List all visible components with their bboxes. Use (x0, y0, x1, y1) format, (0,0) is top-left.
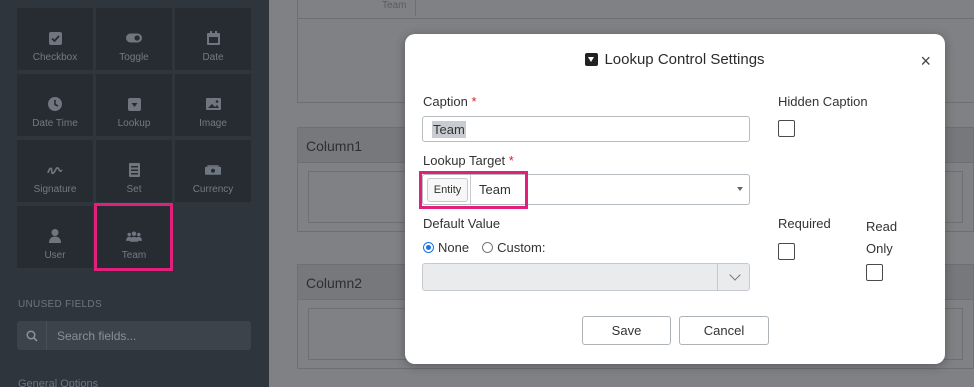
tile-label: Set (126, 184, 142, 195)
search-fields-box (17, 321, 251, 350)
search-icon (17, 321, 47, 350)
field-tile-toggle[interactable]: Toggle (96, 8, 172, 70)
required-label: Required (778, 216, 831, 231)
radio-none[interactable]: None (423, 240, 469, 255)
unused-fields-heading: UNUSED FIELDS (18, 299, 102, 310)
lookup-control-settings-dialog: Lookup Control Settings × Caption * Team… (405, 34, 945, 364)
image-icon (205, 96, 221, 112)
caption-input[interactable]: Team (422, 116, 750, 142)
required-asterisk: * (508, 153, 514, 168)
field-tile-set[interactable]: Set (96, 140, 172, 202)
canvas-team-label: Team (382, 0, 407, 11)
dropdown-box-icon (585, 53, 599, 66)
hidden-caption-label: Hidden Caption (778, 94, 868, 109)
lookup-target-label-text: Lookup Target (423, 153, 506, 168)
radio-custom-label: Custom: (497, 240, 546, 255)
cancel-button[interactable]: Cancel (679, 316, 769, 345)
general-options-heading: General Options (18, 378, 99, 387)
required-checkbox[interactable] (778, 243, 795, 260)
field-tile-currency[interactable]: Currency (175, 140, 251, 202)
required-asterisk: * (471, 94, 477, 109)
lookup-target-highlight (419, 171, 528, 209)
chevron-down-icon[interactable] (729, 269, 741, 281)
tile-label: Date (202, 52, 224, 63)
radio-selected-icon[interactable] (423, 242, 434, 253)
save-button[interactable]: Save (582, 316, 671, 345)
lookup-icon (126, 96, 142, 112)
tile-label: Lookup (117, 118, 151, 129)
tile-label: Checkbox (32, 52, 78, 63)
divider (717, 264, 718, 290)
checkbox-icon (47, 30, 63, 46)
tile-label: Date Time (32, 118, 78, 129)
set-icon (126, 162, 142, 178)
user-icon (47, 228, 63, 244)
radio-none-label: None (438, 240, 470, 255)
caret-down-icon[interactable] (737, 187, 743, 191)
dialog-title: Lookup Control Settings (405, 51, 945, 68)
default-value-label: Default Value (423, 216, 501, 231)
field-tile-date[interactable]: Date (175, 8, 251, 70)
lookup-target-label: Lookup Target * (423, 153, 514, 168)
read-only-checkbox[interactable] (866, 264, 883, 281)
read-only-label: Read Only (866, 219, 898, 256)
default-value-radio-group: None Custom: (423, 240, 558, 255)
field-tile-image[interactable]: Image (175, 74, 251, 136)
toggle-icon (126, 30, 142, 46)
tile-label: Currency (192, 184, 234, 195)
field-tile-lookup[interactable]: Lookup (96, 74, 172, 136)
signature-icon (47, 162, 63, 178)
field-tile-user[interactable]: User (17, 206, 93, 268)
divider (415, 0, 416, 16)
tile-label: Image (199, 118, 227, 129)
tile-label: User (44, 250, 66, 261)
field-tile-signature[interactable]: Signature (17, 140, 93, 202)
radio-unselected-icon[interactable] (482, 242, 494, 253)
tile-label: Toggle (119, 52, 149, 63)
caption-input-value: Team (432, 121, 466, 138)
field-tile-checkbox[interactable]: Checkbox (17, 8, 93, 70)
calendar-icon (205, 30, 221, 46)
left-sidebar: Checkbox Toggle Date Date Time Lookup Im… (0, 0, 269, 387)
close-icon[interactable]: × (920, 52, 931, 70)
column2-label: Column2 (306, 275, 363, 291)
search-fields-input[interactable] (47, 321, 251, 350)
hidden-caption-checkbox[interactable] (778, 120, 795, 137)
custom-value-select[interactable] (422, 263, 750, 291)
dialog-title-text: Lookup Control Settings (604, 51, 765, 68)
field-tile-date-time[interactable]: Date Time (17, 74, 93, 136)
radio-custom[interactable]: Custom: (482, 240, 545, 255)
tile-label: Signature (33, 184, 77, 195)
clock-icon (47, 96, 63, 112)
caption-label-text: Caption (423, 94, 468, 109)
currency-icon (205, 162, 221, 178)
team-tile-highlight (94, 203, 173, 271)
column1-label: Column1 (306, 138, 363, 154)
caption-label: Caption * (423, 94, 477, 109)
divider (297, 18, 974, 19)
